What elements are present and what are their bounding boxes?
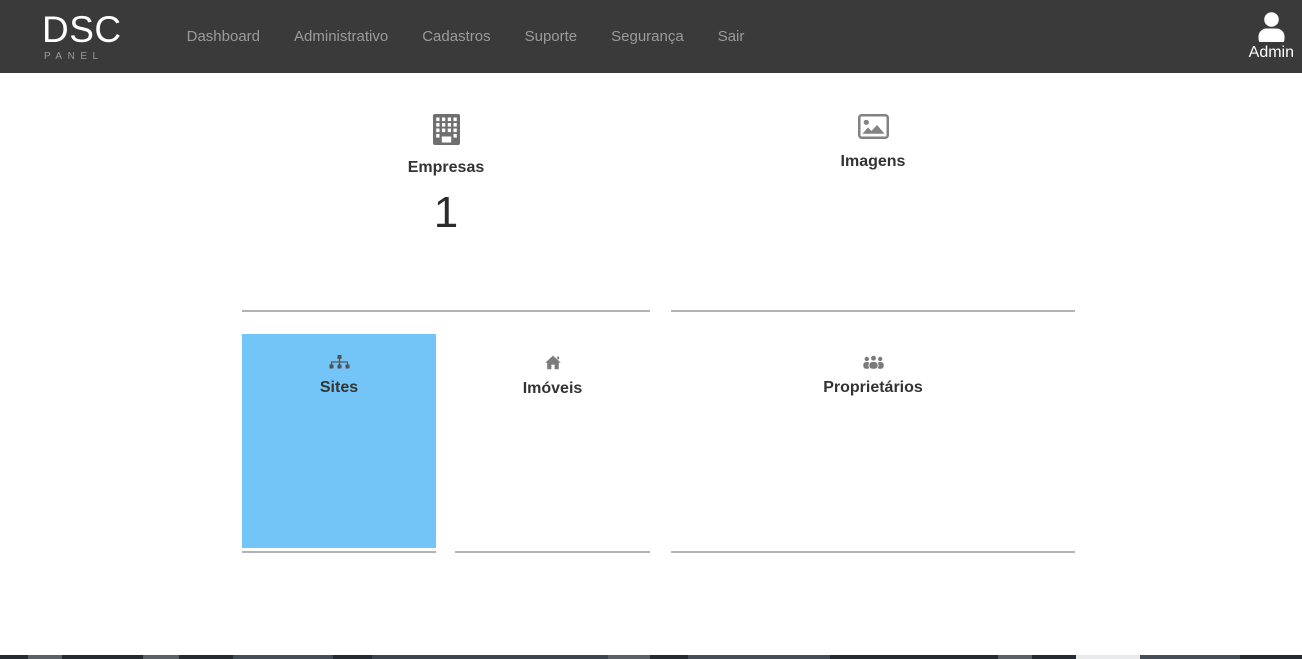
taskbar-segment bbox=[1140, 655, 1240, 659]
taskbar-segment bbox=[1076, 655, 1140, 659]
tile-label: Imagens bbox=[840, 153, 906, 170]
taskbar-edge bbox=[0, 655, 1302, 659]
brand-name: DSC bbox=[42, 9, 122, 50]
image-icon bbox=[857, 114, 889, 139]
tile-imoveis[interactable]: Imóveis bbox=[455, 334, 650, 553]
nav-item-suporte[interactable]: Suporte bbox=[508, 28, 595, 45]
tile-label: Empresas bbox=[407, 159, 485, 176]
tile-proprietarios[interactable]: Proprietários bbox=[671, 334, 1075, 553]
tile-label: Imóveis bbox=[522, 380, 583, 397]
taskbar-segment bbox=[143, 655, 179, 659]
home-icon bbox=[544, 355, 561, 370]
tile-label: Proprietários bbox=[823, 379, 923, 396]
nav-item-sair[interactable]: Sair bbox=[701, 28, 762, 45]
taskbar-segment bbox=[688, 655, 830, 659]
brand-subtitle: PANEL bbox=[44, 51, 104, 62]
page: DSC PANEL Dashboard Administrativo Cadas… bbox=[0, 0, 1302, 659]
taskbar-segment bbox=[608, 655, 650, 659]
taskbar-segment bbox=[372, 655, 612, 659]
building-icon bbox=[432, 114, 460, 145]
tile-sites[interactable]: Sites bbox=[242, 334, 436, 548]
divider bbox=[242, 551, 436, 553]
users-icon bbox=[862, 354, 884, 370]
taskbar-segment bbox=[28, 655, 62, 659]
sitemap-icon bbox=[329, 355, 350, 369]
tile-imagens[interactable]: Imagens bbox=[671, 73, 1075, 312]
user-menu[interactable]: Admin bbox=[1249, 0, 1294, 62]
nav-item-cadastros[interactable]: Cadastros bbox=[405, 28, 507, 45]
nav-item-dashboard[interactable]: Dashboard bbox=[170, 28, 277, 45]
taskbar-segment bbox=[998, 655, 1032, 659]
nav-item-administrativo[interactable]: Administrativo bbox=[277, 28, 405, 45]
top-navbar: DSC PANEL Dashboard Administrativo Cadas… bbox=[0, 0, 1302, 73]
user-name: Admin bbox=[1248, 44, 1294, 61]
main-nav: Dashboard Administrativo Cadastros Supor… bbox=[170, 28, 762, 45]
brand-logo[interactable]: DSC PANEL bbox=[42, 11, 122, 62]
tile-empresas[interactable]: Empresas 1 bbox=[242, 73, 650, 312]
tile-label: Sites bbox=[319, 379, 359, 396]
tile-count: 1 bbox=[433, 188, 459, 237]
nav-item-seguranca[interactable]: Segurança bbox=[594, 28, 701, 45]
taskbar-segment bbox=[233, 655, 333, 659]
user-icon bbox=[1258, 12, 1285, 47]
